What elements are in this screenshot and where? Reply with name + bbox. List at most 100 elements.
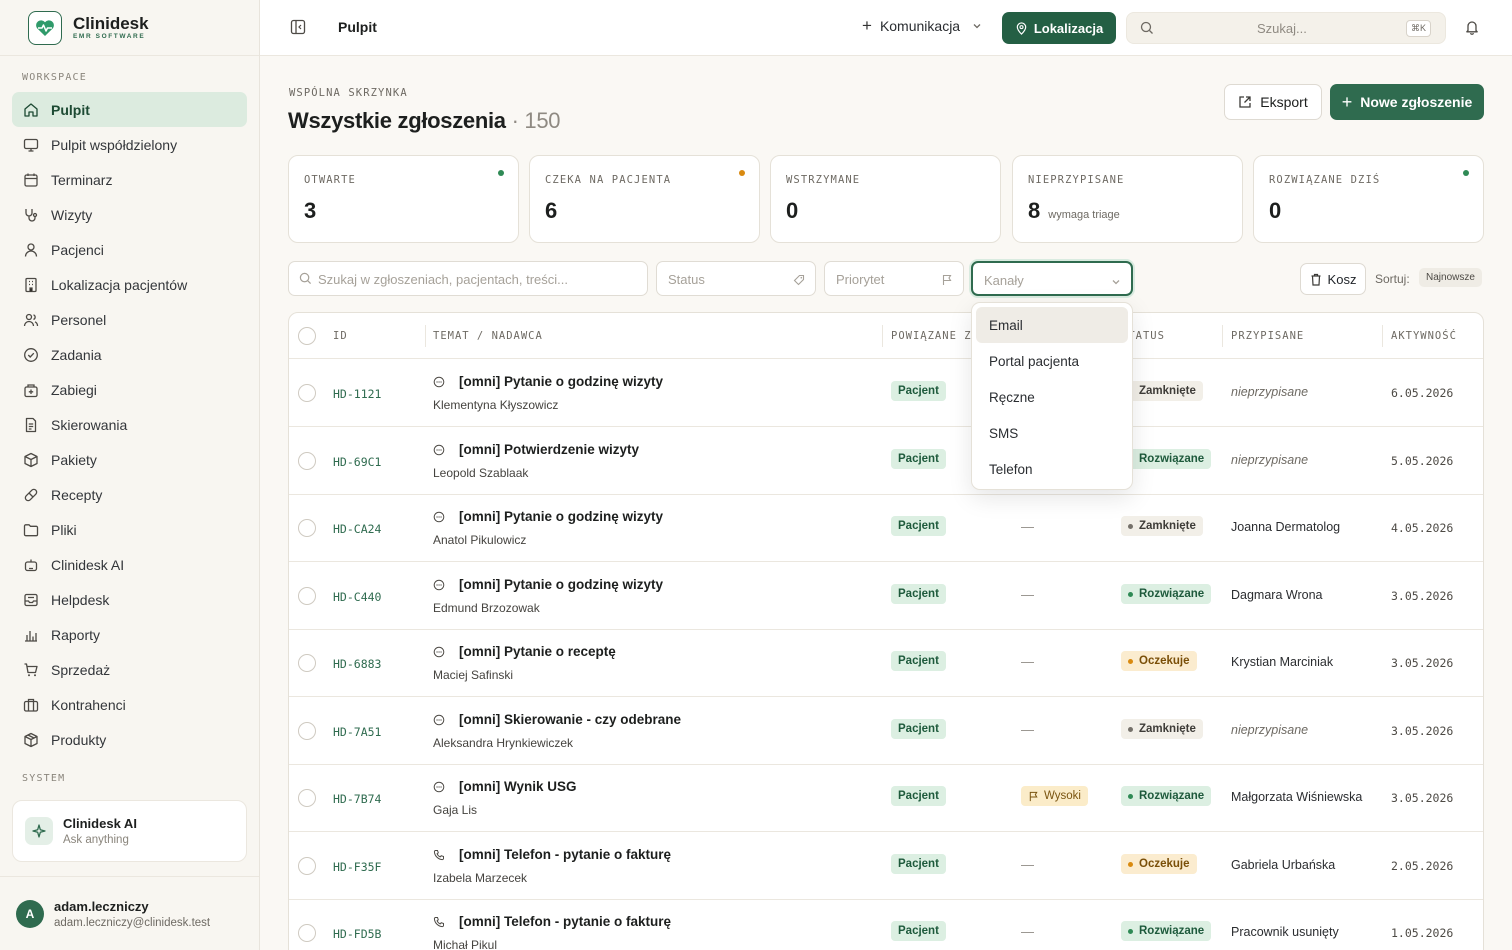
sidebar-item-pakiety[interactable]: Pakiety [12, 442, 247, 477]
stat-card[interactable]: NIEPRZYPISANE 8 wymaga triage [1012, 155, 1243, 243]
sidebar-toggle-icon[interactable] [290, 19, 306, 35]
channel-option[interactable]: SMS [976, 415, 1128, 451]
row-checkbox[interactable] [298, 789, 316, 807]
row-checkbox[interactable] [298, 857, 316, 875]
bell-icon[interactable] [1464, 19, 1480, 38]
status-filter-select[interactable]: Status [656, 261, 816, 296]
communication-menu-button[interactable]: + Komunikacja [862, 17, 982, 34]
ticket-id[interactable]: HD-6883 [333, 657, 381, 671]
sidebar-item-pulpit[interactable]: Pulpit [12, 92, 247, 127]
ticket-id[interactable]: HD-1121 [333, 387, 381, 401]
assignee[interactable]: Krystian Marciniak [1231, 655, 1333, 669]
select-all-checkbox[interactable] [298, 327, 316, 345]
sidebar-item-recepty[interactable]: Recepty [12, 477, 247, 512]
table-row[interactable]: HD-FD5B [omni] Telefon - pytanie o faktur… [289, 899, 1483, 950]
location-button[interactable]: Lokalizacja [1002, 12, 1116, 44]
ticket-id[interactable]: HD-CA24 [333, 522, 381, 536]
sidebar-item-terminarz[interactable]: Terminarz [12, 162, 247, 197]
status-text: Rozwiązane [1139, 790, 1205, 802]
ticket-id[interactable]: HD-69C1 [333, 455, 381, 469]
stat-card[interactable]: OTWARTE 3 [288, 155, 519, 243]
channel-option[interactable]: Email [976, 307, 1128, 343]
assignee[interactable]: nieprzypisane [1231, 453, 1308, 467]
priority-filter-select[interactable]: Priorytet [824, 261, 964, 296]
sidebar-item-raporty[interactable]: Raporty [12, 617, 247, 652]
sidebar-item-zabiegi[interactable]: Zabiegi [12, 372, 247, 407]
sidebar-item-kontrahenci[interactable]: Kontrahenci [12, 687, 247, 722]
stat-card[interactable]: ROZWIĄZANE DZIŚ 0 [1253, 155, 1484, 243]
assignee[interactable]: nieprzypisane [1231, 385, 1308, 399]
row-checkbox[interactable] [298, 452, 316, 470]
table-row[interactable]: HD-7B74 [omni] Wynik USG Gaja Lis Pacjent Wy… [289, 764, 1483, 832]
stat-card[interactable]: CZEKA NA PACJENTA 6 [529, 155, 760, 243]
table-row[interactable]: HD-7A51 [omni] Skierowanie - czy odebrane… [289, 697, 1483, 765]
table-row[interactable]: HD-1121 [omni] Pytanie o godzinę wizyty Kl… [289, 359, 1483, 427]
sidebar-item-pliki[interactable]: Pliki [12, 512, 247, 547]
header-activity[interactable]: AKTYWNOŚĆ [1391, 330, 1457, 342]
ticket-search-input[interactable]: Szukaj w zgłoszeniach, pacjentach, treśc… [288, 261, 648, 296]
user-profile[interactable]: A adam.leczniczy adam.leczniczy@clinides… [0, 876, 259, 950]
export-button[interactable]: Eksport [1224, 84, 1322, 120]
sidebar-item-pulpit-współdzielony[interactable]: Pulpit współdzielony [12, 127, 247, 162]
ticket-subject[interactable]: [omni] Wynik USG [433, 779, 577, 794]
ticket-subject[interactable]: [omni] Skierowanie - czy odebrane [433, 712, 681, 727]
table-row[interactable]: HD-CA24 [omni] Pytanie o godzinę wizyty An… [289, 494, 1483, 562]
ticket-subject[interactable]: [omni] Pytanie o godzinę wizyty [433, 577, 663, 592]
ticket-id[interactable]: HD-FD5B [333, 927, 381, 941]
channels-filter-select[interactable]: Kanały [971, 261, 1133, 296]
channel-option[interactable]: Telefon [976, 451, 1128, 487]
stat-card[interactable]: WSTRZYMANE 0 [770, 155, 1001, 243]
channel-option[interactable]: Ręczne [976, 379, 1128, 415]
row-checkbox[interactable] [298, 587, 316, 605]
header-subject[interactable]: TEMAT / NADAWCA [433, 330, 543, 342]
row-checkbox[interactable] [298, 654, 316, 672]
ticket-subject[interactable]: [omni] Potwierdzenie wizyty [433, 442, 639, 457]
table-row[interactable]: HD-F35F [omni] Telefon - pytanie o faktur… [289, 832, 1483, 900]
new-ticket-button[interactable]: + Nowe zgłoszenie [1330, 84, 1484, 120]
sidebar-item-wizyty[interactable]: Wizyty [12, 197, 247, 232]
sidebar-item-label: Zadania [51, 346, 102, 363]
assignee[interactable]: Małgorzata Wiśniewska [1231, 790, 1362, 804]
sidebar-item-sprzedaż[interactable]: Sprzedaż [12, 652, 247, 687]
sidebar-item-pacjenci[interactable]: Pacjenci [12, 232, 247, 267]
row-checkbox[interactable] [298, 722, 316, 740]
sidebar-item-personel[interactable]: Personel [12, 302, 247, 337]
assignee[interactable]: Pracownik usunięty [1231, 925, 1339, 939]
ticket-id[interactable]: HD-7B74 [333, 792, 381, 806]
row-checkbox[interactable] [298, 519, 316, 537]
ticket-subject[interactable]: [omni] Pytanie o godzinę wizyty [433, 509, 663, 524]
ai-assistant-card[interactable]: Clinidesk AI Ask anything [12, 800, 247, 862]
header-id[interactable]: ID [333, 330, 348, 342]
sidebar-item-lokalizacja-pacjentów[interactable]: Lokalizacja pacjentów [12, 267, 247, 302]
sidebar-item-skierowania[interactable]: Skierowania [12, 407, 247, 442]
header-related[interactable]: POWIĄZANE Z [891, 330, 972, 342]
map-pin-icon [1016, 21, 1027, 35]
sidebar-item-clinidesk-ai[interactable]: Clinidesk AI [12, 547, 247, 582]
global-search-input[interactable]: Szukaj... ⌘K [1126, 12, 1446, 44]
sidebar-item-helpdesk[interactable]: Helpdesk [12, 582, 247, 617]
table-row[interactable]: HD-6883 [omni] Pytanie o receptę Maciej Sa… [289, 629, 1483, 697]
row-checkbox[interactable] [298, 924, 316, 942]
ticket-subject[interactable]: [omni] Telefon - pytanie o fakturę [433, 847, 671, 862]
assignee[interactable]: Joanna Dermatolog [1231, 520, 1340, 534]
sort-select[interactable]: Najnowsze [1419, 268, 1482, 287]
table-row[interactable]: HD-69C1 [omni] Potwierdzenie wizyty Leopol… [289, 427, 1483, 495]
trash-button[interactable]: Kosz [1300, 263, 1366, 295]
breadcrumb[interactable]: Pulpit [338, 19, 377, 35]
ticket-subject[interactable]: [omni] Pytanie o receptę [433, 644, 616, 659]
brand[interactable]: Clinidesk EMR SOFTWARE [0, 0, 259, 56]
assignee[interactable]: Gabriela Urbańska [1231, 858, 1335, 872]
row-checkbox[interactable] [298, 384, 316, 402]
channel-option[interactable]: Portal pacjenta [976, 343, 1128, 379]
ticket-id[interactable]: HD-F35F [333, 860, 381, 874]
assignee[interactable]: Dagmara Wrona [1231, 588, 1322, 602]
header-assigned[interactable]: PRZYPISANE [1231, 330, 1304, 342]
table-row[interactable]: HD-C440 [omni] Pytanie o godzinę wizyty Ed… [289, 562, 1483, 630]
ticket-subject[interactable]: [omni] Pytanie o godzinę wizyty [433, 374, 663, 389]
ticket-id[interactable]: HD-7A51 [333, 725, 381, 739]
ticket-subject[interactable]: [omni] Telefon - pytanie o fakturę [433, 914, 671, 929]
sidebar-item-zadania[interactable]: Zadania [12, 337, 247, 372]
assignee[interactable]: nieprzypisane [1231, 723, 1308, 737]
ticket-id[interactable]: HD-C440 [333, 590, 381, 604]
sidebar-item-produkty[interactable]: Produkty [12, 722, 247, 757]
